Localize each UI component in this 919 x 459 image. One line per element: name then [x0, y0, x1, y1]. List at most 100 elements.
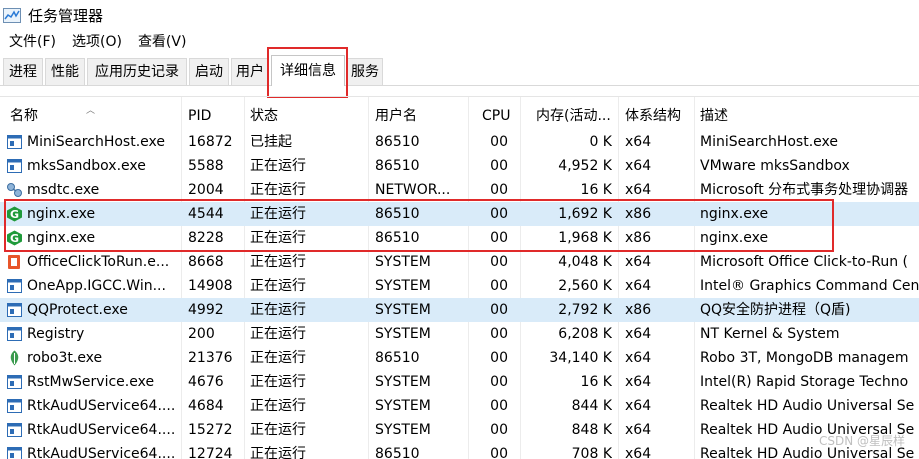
cell-status: 已挂起	[250, 134, 292, 150]
cell-user: SYSTEM	[375, 326, 431, 342]
cell-pid: 21376	[188, 350, 233, 366]
cell-name: OfficeClickToRun.e...	[27, 254, 170, 270]
cell-memory: 4,952 K	[558, 158, 612, 174]
menu-view[interactable]: 查看(V)	[130, 30, 195, 54]
table-row[interactable]: OfficeClickToRun.e... 8668 正在运行 SYSTEM 00 4,0…	[0, 250, 919, 274]
cell-status: 正在运行	[250, 254, 306, 270]
cell-description: VMware mksSandbox	[700, 158, 850, 174]
window-app-icon	[7, 279, 22, 293]
cell-pid: 200	[188, 326, 215, 342]
column-header-arch[interactable]: 体系结构	[625, 104, 693, 129]
cell-cpu: 00	[490, 206, 508, 222]
cell-user: SYSTEM	[375, 254, 431, 270]
cell-description: Robo 3T, MongoDB managem	[700, 350, 909, 366]
cell-cpu: 00	[490, 158, 508, 174]
tab-users[interactable]: 用户	[231, 58, 269, 85]
cell-memory: 0 K	[589, 134, 612, 150]
cell-memory: 34,140 K	[549, 350, 612, 366]
table-row[interactable]: mksSandbox.exe 5588 正在运行 86510 00 4,952 K x64 V…	[0, 154, 919, 178]
table-row[interactable]: Gnginx.exe 8228 正在运行 86510 00 1,968 K x86 nginx…	[0, 226, 919, 250]
cell-name: mksSandbox.exe	[27, 158, 146, 174]
table-row[interactable]: robo3t.exe 21376 正在运行 86510 00 34,140 K x64 Rob…	[0, 346, 919, 370]
cell-user: SYSTEM	[375, 278, 431, 294]
table-row[interactable]: msdtc.exe 2004 正在运行 NETWOR... 00 16 K x64 Micro…	[0, 178, 919, 202]
cell-name: robo3t.exe	[27, 350, 103, 366]
menu-options[interactable]: 选项(O)	[64, 30, 130, 54]
table-row[interactable]: RstMwService.exe 4676 正在运行 SYSTEM 00 16 K x64 I…	[0, 370, 919, 394]
cell-pid: 8668	[188, 254, 224, 270]
cell-name: Registry	[27, 326, 85, 342]
cell-cpu: 00	[490, 134, 508, 150]
nginx-icon: G	[7, 206, 22, 222]
cell-name: OneApp.IGCC.Win...	[27, 278, 166, 294]
table-row[interactable]: RtkAudUService64.... 15272 正在运行 SYSTEM 00 848…	[0, 418, 919, 442]
window-app-icon	[7, 375, 22, 389]
column-header-user[interactable]: 用户名	[375, 104, 467, 129]
cell-cpu: 00	[490, 398, 508, 414]
tab-startup[interactable]: 启动	[189, 58, 229, 85]
window-app-icon	[7, 327, 22, 341]
cell-arch: x86	[625, 206, 652, 222]
cell-user: SYSTEM	[375, 398, 431, 414]
cell-memory: 2,792 K	[558, 302, 612, 318]
cell-memory: 4,048 K	[558, 254, 612, 270]
tab-processes[interactable]: 进程	[3, 58, 43, 85]
cell-name: RtkAudUService64....	[27, 446, 176, 459]
cell-pid: 4684	[188, 398, 224, 414]
cell-cpu: 00	[490, 374, 508, 390]
table-row[interactable]: Gnginx.exe 4544 正在运行 86510 00 1,692 K x86 nginx…	[0, 202, 919, 226]
cell-cpu: 00	[490, 350, 508, 366]
cell-description: MiniSearchHost.exe	[700, 134, 838, 150]
window-app-icon	[7, 159, 22, 173]
cell-pid: 15272	[188, 422, 233, 438]
table-row[interactable]: MiniSearchHost.exe 16872 已挂起 86510 00 0 K x64 M…	[0, 130, 919, 154]
cell-arch: x64	[625, 326, 652, 342]
cell-cpu: 00	[490, 230, 508, 246]
cell-status: 正在运行	[250, 398, 306, 414]
table-row[interactable]: Registry 200 正在运行 SYSTEM 00 6,208 K x64 NT Kern…	[0, 322, 919, 346]
table-row[interactable]: RtkAudUService64.... 12724 正在运行 86510 00 708 …	[0, 442, 919, 459]
menu-file[interactable]: 文件(F)	[0, 30, 64, 54]
column-header-name[interactable]: 名称	[10, 104, 178, 129]
cell-cpu: 00	[490, 302, 508, 318]
table-row[interactable]: RtkAudUService64.... 4684 正在运行 SYSTEM 00 844 …	[0, 394, 919, 418]
tab-bar: 进程 性能 应用历史记录 启动 用户 详细信息 服务	[0, 55, 919, 86]
cell-description: QQ安全防护进程（Q盾)	[700, 302, 851, 318]
cell-status: 正在运行	[250, 446, 306, 459]
cell-name: nginx.exe	[27, 206, 96, 222]
tab-details[interactable]: 详细信息	[271, 55, 345, 86]
cell-pid: 16872	[188, 134, 233, 150]
cell-name: RtkAudUService64....	[27, 422, 176, 438]
cell-status: 正在运行	[250, 278, 306, 294]
cell-memory: 1,968 K	[558, 230, 612, 246]
window-title: 任务管理器	[28, 6, 104, 25]
cell-cpu: 00	[490, 278, 508, 294]
cell-arch: x64	[625, 374, 652, 390]
svg-text:G: G	[10, 208, 19, 221]
cell-name: QQProtect.exe	[27, 302, 128, 318]
cell-description: Microsoft Office Click-to-Run (	[700, 254, 909, 270]
table-row[interactable]: OneApp.IGCC.Win... 14908 正在运行 SYSTEM 00 2,560…	[0, 274, 919, 298]
tab-services[interactable]: 服务	[347, 58, 383, 85]
column-header-memory[interactable]: 内存(活动...	[536, 104, 616, 129]
column-header-status[interactable]: 状态	[250, 104, 366, 129]
column-header-cpu[interactable]: CPU	[482, 104, 518, 129]
cell-status: 正在运行	[250, 374, 306, 390]
cell-arch: x64	[625, 158, 652, 174]
window-app-icon	[7, 399, 22, 413]
tab-performance[interactable]: 性能	[45, 58, 85, 85]
cell-description: Microsoft 分布式事务处理协调器	[700, 182, 909, 198]
cell-arch: x64	[625, 182, 652, 198]
window-app-icon	[7, 303, 22, 317]
table-row[interactable]: QQProtect.exe 4992 正在运行 SYSTEM 00 2,792 K x86 Q…	[0, 298, 919, 322]
tab-app-history[interactable]: 应用历史记录	[87, 58, 187, 85]
cell-pid: 12724	[188, 446, 233, 459]
cell-arch: x64	[625, 398, 652, 414]
column-header-pid[interactable]: PID	[188, 104, 242, 129]
cell-pid: 2004	[188, 182, 224, 198]
cell-status: 正在运行	[250, 158, 306, 174]
cell-memory: 848 K	[571, 422, 612, 438]
cell-cpu: 00	[490, 182, 508, 198]
column-header-description[interactable]: 描述	[700, 104, 919, 129]
cell-description: Realtek HD Audio Universal Se	[700, 398, 915, 414]
